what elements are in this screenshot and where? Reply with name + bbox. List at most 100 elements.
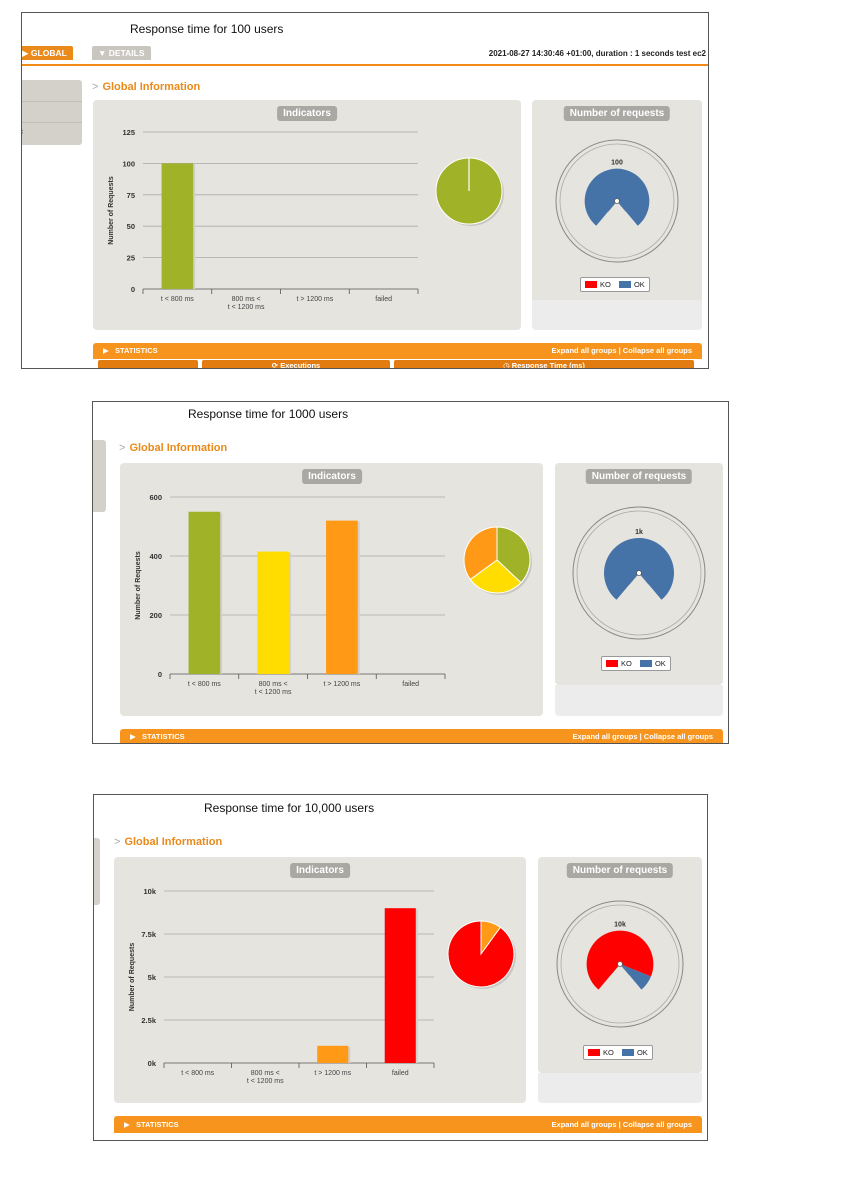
y-tick-label: 25 — [127, 254, 135, 263]
indicators-pie-chart — [463, 526, 532, 595]
y-axis-label: Number of Requests — [135, 551, 142, 620]
requests-legend[interactable]: KO OK — [580, 277, 650, 292]
expand-collapse-links[interactable]: Expand all groups | Collapse all groups — [573, 729, 713, 743]
x-tick-label: t < 800 ms — [181, 1070, 214, 1077]
refresh-icon: ⟳ — [271, 361, 279, 369]
caption: Response time for 100 users — [130, 22, 284, 36]
tab-global-label: GLOBAL — [30, 48, 67, 58]
subtab-response-time-label: Response Time (ms) — [511, 361, 585, 369]
requests-panel-footer — [532, 300, 702, 330]
legend-ok[interactable]: OK — [618, 280, 645, 289]
x-tick-label: t < 800 ms — [161, 296, 194, 303]
legend-ko-label: KO — [621, 659, 632, 668]
legend-ko[interactable]: KO — [606, 659, 632, 668]
x-tick-label: failed — [402, 681, 419, 688]
legend-ok[interactable]: OK — [621, 1048, 648, 1057]
side-menu[interactable] — [93, 440, 106, 512]
y-tick-label: 200 — [149, 611, 162, 620]
gauge-max-label: 1k — [635, 529, 643, 536]
report-frame-1000-users: Response time for 1000 users > Global Inf… — [92, 401, 729, 744]
requests-panel: Number of requests 10k KO OK — [538, 857, 702, 1073]
statistics-bar[interactable]: ▶ STATISTICS Expand all groups | Collaps… — [93, 343, 702, 359]
section-title: > Global Information — [92, 81, 200, 93]
subtab-name[interactable] — [98, 360, 198, 368]
section-title-text: Global Information — [102, 81, 201, 93]
tab-global[interactable]: ▶ GLOBAL — [22, 46, 73, 60]
side-menu[interactable]: ec — [22, 80, 82, 145]
requests-panel-footer — [555, 685, 723, 716]
gauge-pivot — [636, 570, 642, 576]
clock-icon: ◷ — [503, 361, 510, 369]
indicators-panel: Indicators 0k 2.5k 5k 7.5k 10k Number of Requ… — [114, 857, 526, 1103]
x-tick-label: t > 1200 ms — [314, 1070, 351, 1077]
statistics-bar[interactable]: ▶ STATISTICS Expand all groups | Collaps… — [114, 1116, 702, 1133]
tabs-bar: ▶ GLOBAL ▼ DETAILS 2021-08-27 14:30:46 +… — [22, 46, 708, 66]
indicators-panel: Indicators 0 200 400 600 Number of Requests t… — [120, 463, 543, 716]
requests-gauge: 100 — [555, 139, 679, 263]
pie-slice — [447, 920, 515, 988]
expand-arrow-icon: ▶ — [130, 732, 136, 741]
indicators-bar-chart: 0k 2.5k 5k 7.5k 10k Number of Requests t < 800… — [129, 887, 435, 1085]
chevron-right-icon: > — [114, 836, 121, 848]
subtab-executions[interactable]: ⟳ Executions — [202, 360, 390, 369]
y-tick-label: 2.5k — [141, 1016, 156, 1025]
indicators-panel: Indicators 0 25 50 75 100 125 Number of Reques… — [93, 100, 521, 330]
bar — [326, 520, 358, 674]
statistics-label: STATISTICS — [115, 346, 158, 355]
y-tick-label: 0 — [131, 285, 135, 294]
legend-ko[interactable]: KO — [588, 1048, 614, 1057]
requests-panel-footer — [538, 1073, 702, 1103]
side-menu-label: ec — [22, 127, 23, 136]
legend-ok-label: OK — [654, 659, 666, 668]
indicators-pie-chart — [447, 920, 516, 989]
y-tick-label: 0 — [158, 670, 162, 679]
tab-details[interactable]: ▼ DETAILS — [92, 46, 151, 60]
y-tick-label: 7.5k — [141, 930, 156, 939]
x-tick-label: 800 ms < — [232, 296, 261, 303]
requests-gauge: 10k — [556, 900, 684, 1028]
bar — [257, 551, 289, 674]
y-axis-label: Number of Requests — [108, 176, 115, 245]
legend-ko-label: KO — [600, 280, 611, 289]
x-tick-label: t > 1200 ms — [323, 681, 360, 688]
indicators-pie-chart — [435, 157, 504, 226]
section-title: > Global Information — [119, 442, 227, 454]
play-icon: ▶ — [22, 48, 29, 58]
requests-legend[interactable]: KO OK — [601, 656, 671, 671]
y-tick-label: 10k — [143, 887, 156, 896]
legend-ok-label: OK — [636, 1048, 648, 1057]
gauge-ok-segment — [604, 538, 674, 600]
statistics-bar[interactable]: ▶ STATISTICS Expand all groups | Collaps… — [120, 729, 723, 743]
legend-ko[interactable]: KO — [585, 280, 611, 289]
gauge-max-label: 100 — [611, 160, 623, 167]
divider — [22, 122, 82, 123]
tab-details-label: DETAILS — [108, 48, 145, 58]
legend-ok[interactable]: OK — [639, 659, 666, 668]
section-title-text: Global Information — [129, 442, 228, 454]
gauge-pivot — [614, 198, 620, 204]
expand-collapse-links[interactable]: Expand all groups | Collapse all groups — [552, 343, 692, 359]
indicators-bar-chart: 0 25 50 75 100 125 Number of Requests t < 800 m… — [108, 128, 419, 311]
section-title: > Global Information — [114, 836, 222, 848]
report-frame-10000-users: Response time for 10,000 users > Global I… — [93, 794, 708, 1141]
requests-panel: Number of requests 1k KO OK — [555, 463, 723, 685]
x-tick-label: t < 1200 ms — [255, 689, 292, 696]
statistics-label: STATISTICS — [136, 1120, 179, 1129]
legend-ko-label: KO — [603, 1048, 614, 1057]
indicators-bar-chart: 0 200 400 600 Number of Requests t < 800 ms 80… — [135, 493, 446, 696]
expand-collapse-links[interactable]: Expand all groups | Collapse all groups — [552, 1116, 692, 1133]
requests-legend[interactable]: KO OK — [583, 1045, 653, 1060]
y-tick-label: 50 — [127, 222, 135, 231]
statistics-label: STATISTICS — [142, 732, 185, 741]
y-tick-label: 400 — [149, 552, 162, 561]
x-tick-label: failed — [392, 1070, 409, 1077]
subtab-response-time[interactable]: ◷ Response Time (ms) — [394, 360, 694, 369]
side-menu[interactable] — [94, 838, 100, 905]
chevron-right-icon: > — [92, 81, 99, 93]
x-tick-label: t > 1200 ms — [296, 296, 333, 303]
chevron-down-icon: ▼ — [98, 48, 107, 58]
gauge-ok-segment — [584, 168, 650, 226]
report-frame-100-users: Response time for 100 users ▶ GLOBAL ▼ D… — [21, 12, 709, 369]
y-tick-label: 600 — [149, 493, 162, 502]
gauge-max-label: 10k — [614, 922, 626, 929]
